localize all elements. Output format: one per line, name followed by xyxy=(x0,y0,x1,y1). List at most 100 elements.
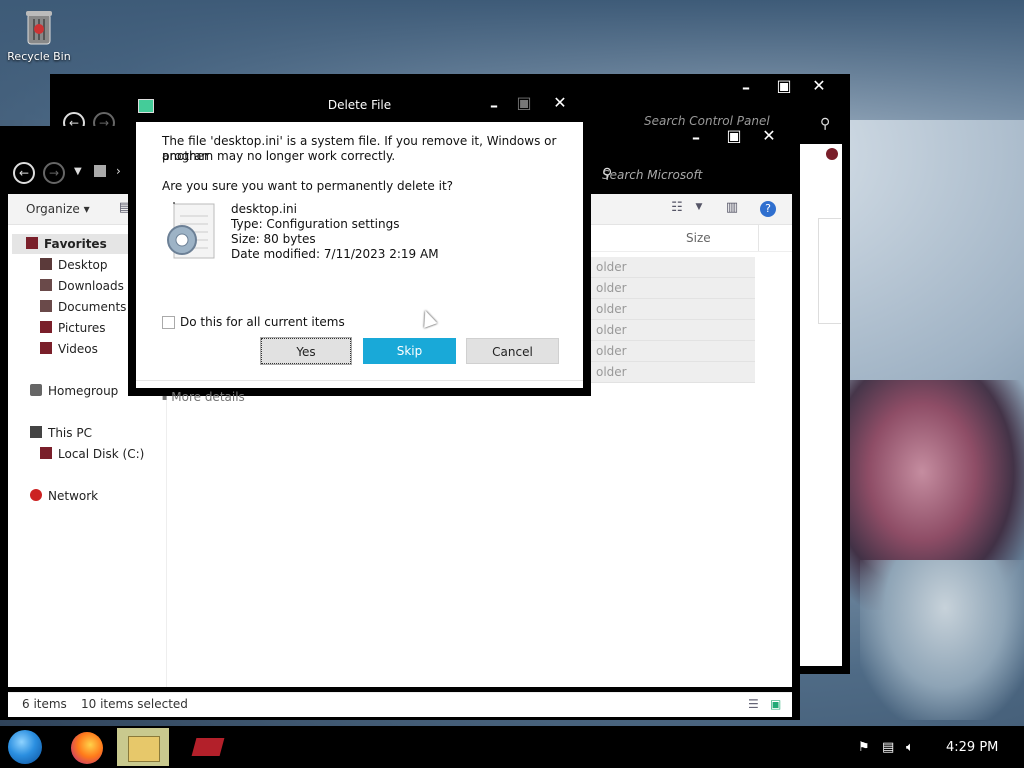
sidebar-item-network[interactable]: Network xyxy=(30,486,98,506)
recycle-bin-shortcut[interactable]: Recycle Bin xyxy=(6,8,72,63)
file-explorer-icon xyxy=(128,736,160,762)
sidebar-item-desktop[interactable]: Desktop xyxy=(40,255,108,275)
expand-dot-icon: ▪ xyxy=(162,393,168,402)
close-icon[interactable]: ✕ xyxy=(550,95,570,111)
desktop-icon xyxy=(40,258,52,270)
user-avatar-icon xyxy=(826,148,838,160)
network-icon xyxy=(30,489,42,501)
maximize-icon[interactable]: ▣ xyxy=(724,128,744,144)
sidebar-item-label: Documents xyxy=(58,300,127,314)
minimize-icon[interactable]: – xyxy=(736,80,756,96)
sidebar-item-label: Downloads xyxy=(58,279,124,293)
recycle-bin-icon xyxy=(24,8,54,46)
videos-icon xyxy=(40,342,52,354)
file-type: Type: Configuration settings xyxy=(231,217,400,231)
file-info: desktop.ini Type: Configuration settings… xyxy=(231,202,439,262)
sidebar-item-documents[interactable]: Documents xyxy=(40,297,126,317)
sidebar-item-videos[interactable]: Videos xyxy=(40,339,98,359)
desktop-wallpaper-reflection xyxy=(860,560,1024,720)
sidebar-item-label: Network xyxy=(48,489,99,503)
pictures-icon xyxy=(40,321,52,333)
search-icon[interactable]: ⚲ xyxy=(820,116,830,132)
computer-icon xyxy=(30,426,42,438)
cancel-button[interactable]: Cancel xyxy=(466,338,559,364)
file-name: desktop.ini xyxy=(231,202,297,216)
documents-icon xyxy=(40,300,52,312)
sidebar-item-label: Videos xyxy=(58,342,98,356)
row-type-cell: older xyxy=(596,365,627,379)
taskbar-firefox[interactable] xyxy=(62,728,114,766)
downloads-icon xyxy=(40,279,52,291)
organize-label: Organize xyxy=(26,202,80,216)
chevron-down-icon[interactable]: ▼ xyxy=(690,202,708,218)
warning-message-line2: program may no longer work correctly. xyxy=(162,149,396,163)
item-count: 6 items xyxy=(22,697,67,711)
maximize-icon[interactable]: ▣ xyxy=(774,78,794,94)
yes-button[interactable]: Yes xyxy=(260,337,352,365)
taskbar-app[interactable] xyxy=(182,728,234,766)
row-type-cell: older xyxy=(596,260,627,274)
close-icon[interactable]: ✕ xyxy=(809,78,829,94)
folder-path-icon xyxy=(94,165,106,177)
file-date-modified: Date modified: 7/11/2023 2:19 AM xyxy=(231,247,439,261)
app-icon xyxy=(191,738,225,756)
skip-button[interactable]: Skip xyxy=(363,338,456,364)
recent-locations-icon[interactable]: ▼ xyxy=(74,166,82,177)
file-size: Size: 80 bytes xyxy=(231,232,316,246)
row-type-cell: older xyxy=(596,302,627,316)
sidebar-item-local-disk[interactable]: Local Disk (C:) xyxy=(40,444,144,464)
sidebar-item-label: Local Disk (C:) xyxy=(58,447,145,461)
selected-count: 10 items selected xyxy=(81,697,188,711)
sidebar-item-label: This PC xyxy=(48,426,92,440)
row-type-cell: older xyxy=(596,281,627,295)
taskbar-file-explorer[interactable] xyxy=(117,728,169,766)
sidebar-item-label: Pictures xyxy=(58,321,106,335)
chevron-right-icon[interactable]: › xyxy=(116,164,121,178)
close-icon[interactable]: ✕ xyxy=(759,128,779,144)
organize-button[interactable]: Organize ▾ xyxy=(26,202,90,216)
volume-icon[interactable]: 🔈︎ xyxy=(906,740,914,755)
forward-nav-icon[interactable]: → xyxy=(43,162,65,184)
clock[interactable]: 4:29 PM xyxy=(946,740,998,755)
sidebar-item-label: Homegroup xyxy=(48,384,119,398)
config-file-icon xyxy=(162,202,218,262)
minimize-icon[interactable]: – xyxy=(484,98,504,114)
sidebar-item-downloads[interactable]: Downloads xyxy=(40,276,124,296)
row-type-cell: older xyxy=(596,323,627,337)
search-box[interactable]: Search Microsoft ⚲ xyxy=(596,160,792,190)
delete-file-dialog[interactable]: Delete File – ▣ ✕ The file 'desktop.ini'… xyxy=(128,92,591,404)
drive-icon xyxy=(40,447,52,459)
confirmation-question: Are you sure you want to permanently del… xyxy=(162,179,454,193)
recycle-bin-label: Recycle Bin xyxy=(7,50,71,63)
apply-to-all-checkbox[interactable] xyxy=(162,316,175,329)
details-view-icon[interactable]: ☰ xyxy=(748,697,759,711)
network-icon[interactable]: ▤ xyxy=(882,740,894,755)
sidebar-item-label: Desktop xyxy=(58,258,108,272)
minimize-icon[interactable]: – xyxy=(686,130,706,146)
more-details-label: More details xyxy=(171,390,245,404)
back-nav-icon[interactable]: ← xyxy=(13,162,35,184)
sidebar-item-homegroup[interactable]: Homegroup xyxy=(30,381,118,401)
view-options-icon[interactable]: ☷ xyxy=(668,200,686,216)
help-icon[interactable]: ? xyxy=(760,201,776,217)
sidebar-item-pictures[interactable]: Pictures xyxy=(40,318,106,338)
homegroup-icon xyxy=(30,384,42,396)
apply-to-all-label[interactable]: Do this for all current items xyxy=(180,315,345,330)
row-type-cell: older xyxy=(596,344,627,358)
control-panel-content xyxy=(798,144,842,666)
content-frame xyxy=(818,218,841,324)
firefox-icon xyxy=(71,732,103,764)
column-divider xyxy=(758,225,759,251)
dialog-divider xyxy=(136,380,583,381)
taskbar: ⚑ ▤ 🔈︎ 4:29 PM xyxy=(0,726,1024,768)
sidebar-item-this-pc[interactable]: This PC xyxy=(30,423,92,443)
sidebar-item-label: Favorites xyxy=(44,237,107,251)
start-orb-icon[interactable] xyxy=(8,730,42,764)
flag-icon[interactable]: ⚑ xyxy=(858,740,870,755)
preview-pane-icon[interactable]: ▥ xyxy=(723,200,741,216)
size-column-header[interactable]: Size xyxy=(686,231,711,245)
dialog-body: The file 'desktop.ini' is a system file.… xyxy=(136,122,583,404)
large-icons-view-icon[interactable]: ▣ xyxy=(770,697,781,711)
more-details-toggle[interactable]: ▪ More details xyxy=(162,390,245,404)
search-icon[interactable]: ⚲ xyxy=(602,166,782,182)
